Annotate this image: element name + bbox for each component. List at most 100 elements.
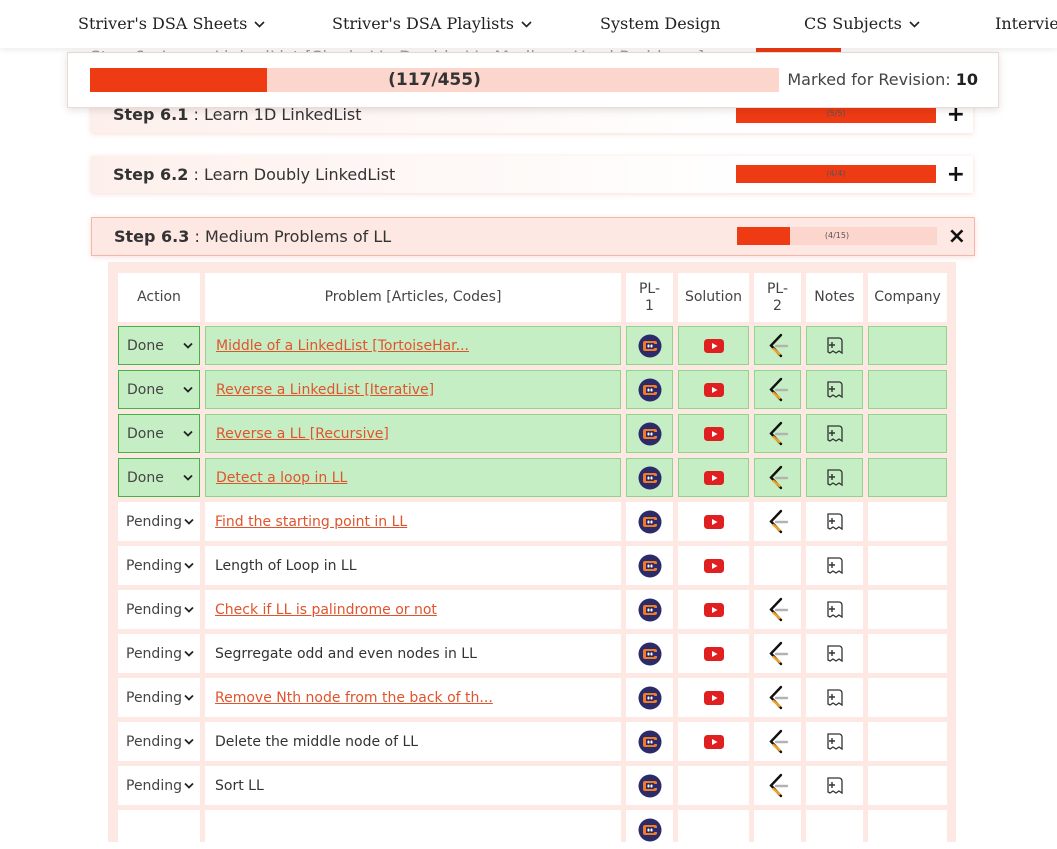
add-note-icon[interactable] (825, 424, 845, 444)
status-value: Pending (126, 645, 182, 662)
company-cell (868, 722, 947, 761)
status-select[interactable]: Done (118, 326, 200, 365)
status-select[interactable]: Done (118, 414, 200, 453)
company-cell (868, 502, 947, 541)
add-note-icon[interactable] (825, 468, 845, 488)
status-select[interactable] (118, 810, 200, 849)
nav-item-label: Striver's DSA Sheets (78, 14, 248, 33)
nav-item-4[interactable]: Interview (995, 0, 1057, 48)
step-card[interactable]: Step 6.3 : Medium Problems of LL (4/15) × (91, 217, 975, 256)
table-cell (806, 634, 863, 673)
leetcode-icon[interactable] (767, 597, 789, 623)
add-note-icon[interactable] (825, 776, 845, 796)
nav-item-label: CS Subjects (804, 14, 902, 33)
status-select[interactable]: Pending (118, 502, 200, 541)
youtube-icon[interactable] (703, 338, 724, 353)
chevron-down-icon (184, 647, 194, 660)
step-card[interactable]: Step 6.2 : Learn Doubly LinkedList (4/4) + (91, 156, 973, 193)
codestudio-icon[interactable] (638, 334, 662, 358)
add-note-icon[interactable] (825, 556, 845, 576)
status-select[interactable]: Pending (118, 722, 200, 761)
status-value: Done (127, 381, 164, 398)
leetcode-icon[interactable] (767, 421, 789, 447)
leetcode-icon[interactable] (767, 333, 789, 359)
youtube-icon[interactable] (703, 514, 724, 529)
codestudio-icon[interactable] (638, 466, 662, 490)
leetcode-icon[interactable] (767, 773, 789, 799)
codestudio-icon[interactable] (638, 598, 662, 622)
table-cell (754, 414, 801, 453)
youtube-icon[interactable] (703, 382, 724, 397)
leetcode-icon[interactable] (767, 465, 789, 491)
status-select[interactable]: Pending (118, 634, 200, 673)
table-cell (754, 590, 801, 629)
problem-link[interactable]: Find the starting point in LL (215, 514, 407, 530)
chevron-down-icon (521, 0, 532, 48)
status-value: Pending (126, 557, 182, 574)
status-select[interactable]: Pending (118, 678, 200, 717)
expand-icon[interactable]: + (947, 156, 965, 193)
problem-cell: Sort LL (205, 766, 621, 805)
nav-item-1[interactable]: Striver's DSA Playlists (332, 0, 532, 48)
problem-link[interactable]: Reverse a LL [Recursive] (216, 426, 389, 442)
youtube-icon[interactable] (703, 426, 724, 441)
leetcode-icon[interactable] (767, 377, 789, 403)
youtube-icon[interactable] (703, 558, 724, 573)
leetcode-icon[interactable] (767, 685, 789, 711)
codestudio-icon[interactable] (638, 730, 662, 754)
revision-counter[interactable]: Marked for Revision: 10 (787, 68, 978, 92)
codestudio-icon[interactable] (638, 378, 662, 402)
status-select[interactable]: Done (118, 370, 200, 409)
codestudio-icon[interactable] (638, 554, 662, 578)
table-cell (626, 810, 673, 849)
step-progress-label: (4/4) (826, 169, 846, 178)
problem-link[interactable]: Detect a loop in LL (216, 470, 347, 486)
youtube-icon[interactable] (703, 602, 724, 617)
youtube-icon[interactable] (703, 734, 724, 749)
nav-item-3[interactable]: CS Subjects (804, 0, 920, 48)
leetcode-icon[interactable] (767, 729, 789, 755)
company-cell (868, 678, 947, 717)
add-note-icon[interactable] (825, 644, 845, 664)
status-select[interactable]: Pending (118, 546, 200, 585)
add-note-icon[interactable] (825, 732, 845, 752)
codestudio-icon[interactable] (638, 510, 662, 534)
chevron-down-icon (183, 427, 193, 440)
problem-title: Sort LL (215, 777, 264, 794)
codestudio-icon[interactable] (638, 642, 662, 666)
chevron-down-icon (183, 471, 193, 484)
nav-item-0[interactable]: Striver's DSA Sheets (78, 0, 265, 48)
problem-link[interactable]: Reverse a LinkedList [Iterative] (216, 382, 434, 398)
add-note-icon[interactable] (825, 600, 845, 620)
header-label: Notes (814, 289, 855, 306)
problem-link[interactable]: Check if LL is palindrome or not (215, 602, 437, 618)
codestudio-icon[interactable] (638, 686, 662, 710)
table-cell (626, 502, 673, 541)
table-cell (806, 370, 863, 409)
youtube-icon[interactable] (703, 646, 724, 661)
status-select[interactable]: Done (118, 458, 200, 497)
overall-progress-panel: (117/455) Marked for Revision: 10 (67, 52, 999, 108)
table-cell (678, 326, 749, 365)
add-note-icon[interactable] (825, 512, 845, 532)
table-cell (678, 502, 749, 541)
collapse-icon[interactable]: × (948, 218, 966, 255)
status-select[interactable]: Pending (118, 766, 200, 805)
nav-item-2[interactable]: System Design (600, 0, 721, 48)
table-cell (626, 414, 673, 453)
status-select[interactable]: Pending (118, 590, 200, 629)
leetcode-icon[interactable] (767, 641, 789, 667)
youtube-icon[interactable] (703, 690, 724, 705)
codestudio-icon[interactable] (638, 818, 662, 842)
codestudio-icon[interactable] (638, 774, 662, 798)
problem-link[interactable]: Middle of a LinkedList [TortoiseHar... (216, 338, 469, 354)
add-note-icon[interactable] (825, 688, 845, 708)
youtube-icon[interactable] (703, 470, 724, 485)
problem-link[interactable]: Remove Nth node from the back of th... (215, 690, 493, 706)
add-note-icon[interactable] (825, 380, 845, 400)
problem-cell: Reverse a LinkedList [Iterative] (205, 370, 621, 409)
leetcode-icon[interactable] (767, 509, 789, 535)
codestudio-icon[interactable] (638, 422, 662, 446)
add-note-icon[interactable] (825, 336, 845, 356)
revision-count: 10 (955, 70, 978, 89)
